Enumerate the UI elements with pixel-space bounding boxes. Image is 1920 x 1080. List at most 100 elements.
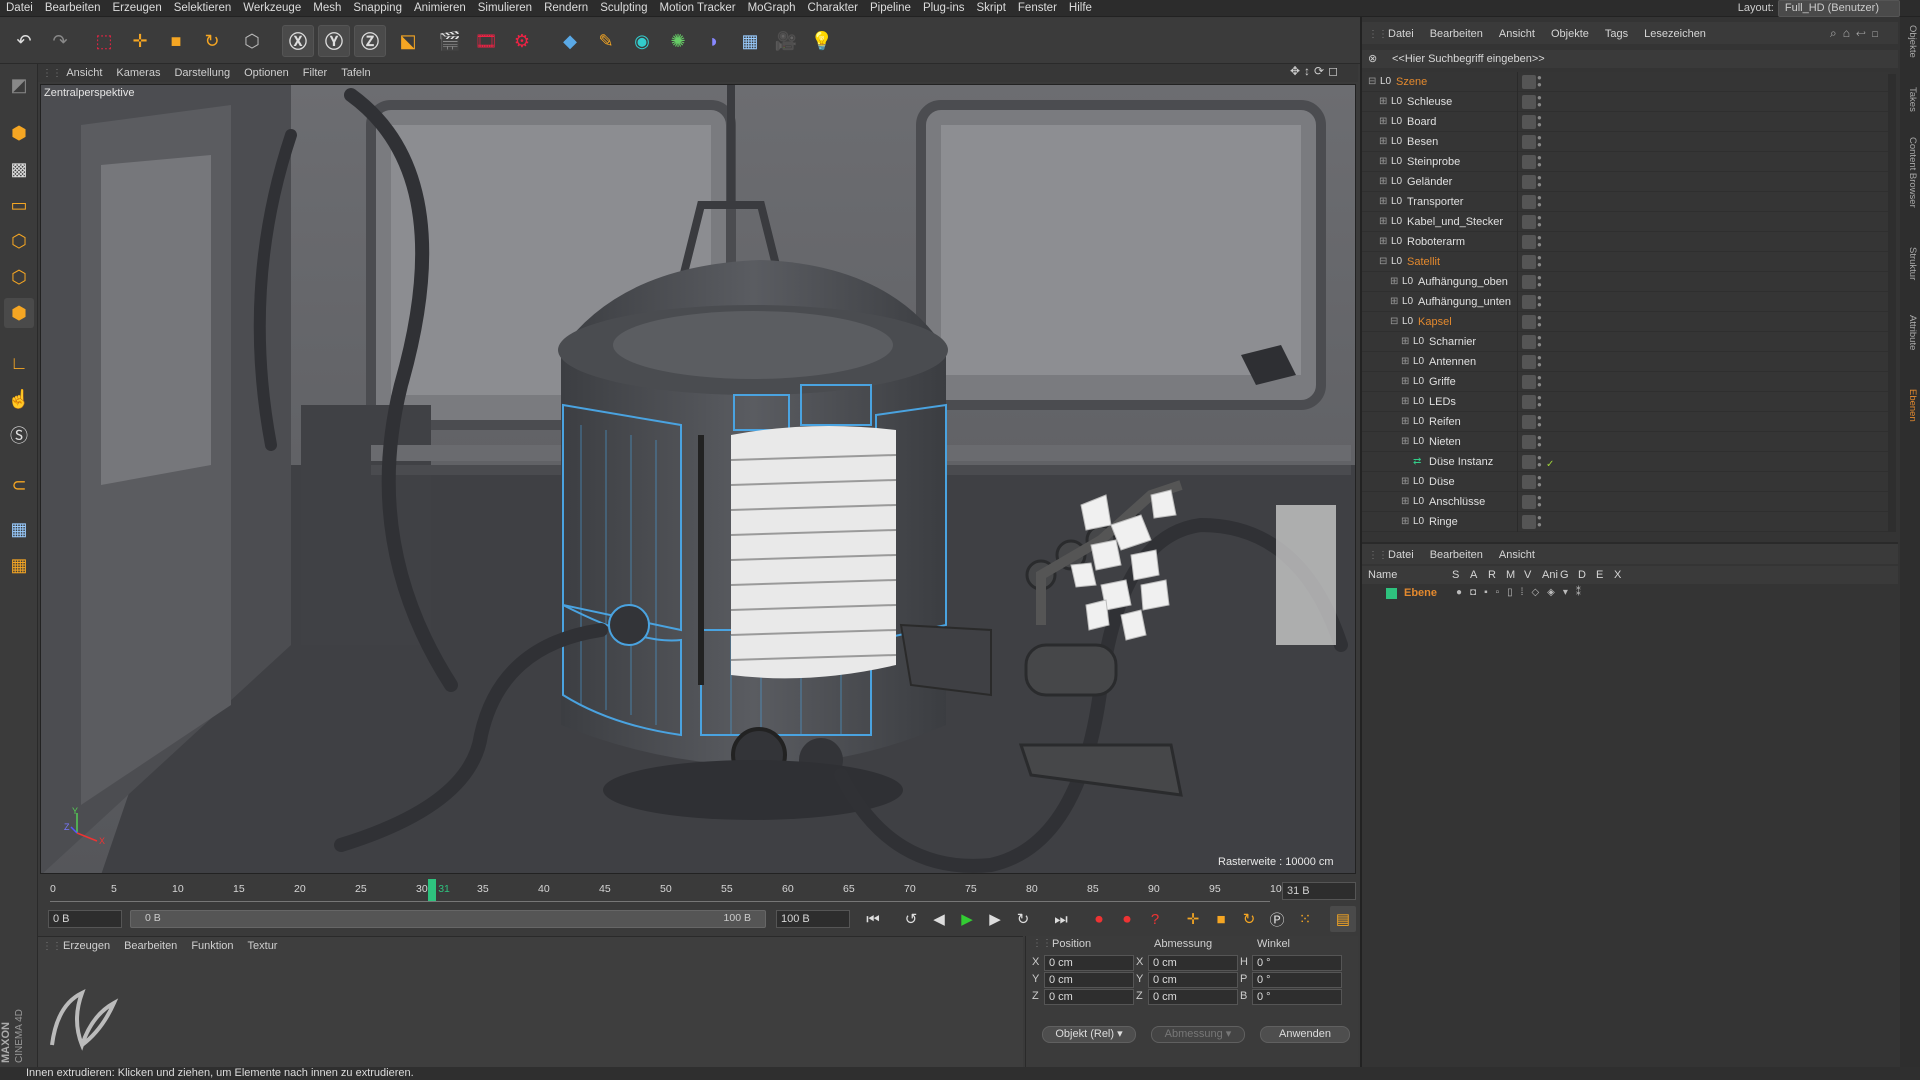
layer-menu-ansicht[interactable]: Ansicht [1491, 544, 1543, 566]
layer-visibility-icon[interactable] [1522, 235, 1536, 249]
object-row[interactable]: ⊞ L0 Geländer ● ● [1362, 172, 1890, 192]
light-icon[interactable]: 💡 [806, 25, 838, 57]
pen-spline-icon[interactable]: ✎ [590, 25, 622, 57]
undo-icon[interactable]: ↶ [8, 25, 40, 57]
visibility-dots-icon[interactable]: ● ● [1537, 194, 1542, 209]
apply-button[interactable]: Anwenden [1260, 1026, 1350, 1043]
object-row[interactable]: ⊞ L0 Aufhängung_unten ● ● [1362, 292, 1890, 312]
layer-visibility-icon[interactable] [1522, 275, 1536, 289]
key-position-icon[interactable]: ✛ [1180, 906, 1206, 932]
object-row[interactable]: ⊞ L0 Kabel_und_Stecker ● ● [1362, 212, 1890, 232]
side-tab-attribute[interactable]: Attribute [1902, 315, 1918, 350]
menu-item-charakter[interactable]: Charakter [802, 0, 865, 17]
viewport-menu-filter[interactable]: Filter [296, 64, 334, 82]
visibility-dots-icon[interactable]: ● ● [1537, 494, 1542, 509]
key-scale-icon[interactable]: ■ [1208, 906, 1234, 932]
layer-visibility-icon[interactable] [1522, 355, 1536, 369]
material-menu-textur[interactable]: Textur [241, 937, 285, 955]
menu-item-erzeugen[interactable]: Erzeugen [106, 0, 167, 17]
preview-range-slider[interactable]: 0 B 100 B [130, 910, 766, 928]
menu-item-pipeline[interactable]: Pipeline [864, 0, 917, 17]
menu-item-animieren[interactable]: Animieren [408, 0, 472, 17]
layer-visibility-icon[interactable] [1522, 75, 1536, 89]
layer-visibility-icon[interactable] [1522, 115, 1536, 129]
layer-row[interactable]: Ebene ●◘▪▫▯⁞◇◈▾⁑ [1362, 584, 1898, 602]
visibility-dots-icon[interactable]: ● ● [1537, 294, 1542, 309]
object-menu-tags[interactable]: Tags [1597, 22, 1636, 46]
size-mode-dropdown[interactable]: Abmessung ▾ [1151, 1026, 1245, 1043]
cube-primitive-icon[interactable]: ◆ [554, 25, 586, 57]
object-name[interactable]: Board [1407, 112, 1436, 132]
visibility-dots-icon[interactable]: ● ● [1537, 154, 1542, 169]
object-row[interactable]: ⇄ Düse Instanz ● ● ✓ [1362, 452, 1890, 472]
coord-pos-field-1[interactable]: 0 cm [1044, 972, 1134, 988]
layer-column-e[interactable]: E [1596, 566, 1603, 584]
object-mode-icon[interactable]: ⬡ [236, 25, 268, 57]
visibility-dots-icon[interactable]: ● ● [1537, 134, 1542, 149]
visibility-dots-icon[interactable]: ● ● [1537, 214, 1542, 229]
object-row[interactable]: ⊞ L0 Steinprobe ● ● [1362, 152, 1890, 172]
object-name[interactable]: Düse [1429, 472, 1455, 492]
end-frame-field[interactable]: 100 B [776, 910, 850, 928]
tweak-mode-icon[interactable]: ☝ [4, 384, 34, 414]
object-name[interactable]: Düse Instanz [1429, 452, 1493, 472]
coord-rot-field-1[interactable]: 0 ° [1252, 972, 1342, 988]
record-icon[interactable]: ⏺ [1086, 906, 1112, 932]
object-row[interactable]: ⊞ L0 Anschlüsse ● ● [1362, 492, 1890, 512]
object-list-scrollbar[interactable] [1888, 74, 1896, 532]
visibility-dots-icon[interactable]: ● ● [1537, 174, 1542, 189]
layer-menu-bearbeiten[interactable]: Bearbeiten [1422, 544, 1491, 566]
coord-rot-field-0[interactable]: 0 ° [1252, 955, 1342, 971]
object-row[interactable]: ⊞ L0 Griffe ● ● [1362, 372, 1890, 392]
prev-key-icon[interactable]: ↺ [898, 906, 924, 932]
current-frame-field[interactable]: 31 B [1282, 882, 1356, 900]
prev-frame-icon[interactable]: ◀ [926, 906, 952, 932]
object-name[interactable]: Aufhängung_unten [1418, 292, 1511, 312]
layer-visibility-icon[interactable] [1522, 495, 1536, 509]
menu-item-snapping[interactable]: Snapping [347, 0, 408, 17]
object-name[interactable]: Reifen [1429, 412, 1461, 432]
menu-item-mesh[interactable]: Mesh [307, 0, 347, 17]
coord-pos-field-2[interactable]: 0 cm [1044, 989, 1134, 1005]
coord-size-field-2[interactable]: 0 cm [1148, 989, 1238, 1005]
visibility-dots-icon[interactable]: ● ● [1537, 314, 1542, 329]
texture-mode-icon[interactable]: ▩ [4, 154, 34, 184]
object-row[interactable]: ⊞ L0 Besen ● ● [1362, 132, 1890, 152]
visibility-dots-icon[interactable]: ● ● [1537, 474, 1542, 489]
make-editable-icon[interactable]: ◩ [4, 70, 34, 100]
snap-icon[interactable]: Ⓢ [4, 420, 34, 450]
layer-visibility-icon[interactable] [1522, 375, 1536, 389]
coord-size-field-0[interactable]: 0 cm [1148, 955, 1238, 971]
key-parameter-icon[interactable]: Ⓟ [1264, 906, 1290, 932]
object-name[interactable]: Roboterarm [1407, 232, 1465, 252]
side-tab-ebenen[interactable]: Ebenen [1902, 389, 1918, 422]
menu-item-sculpting[interactable]: Sculpting [594, 0, 653, 17]
visibility-dots-icon[interactable]: ● ● [1537, 434, 1542, 449]
start-frame-field[interactable]: 0 B [48, 910, 122, 928]
locked-workplane-icon[interactable]: ▦ [4, 550, 34, 580]
nurbs-icon[interactable]: ◉ [626, 25, 658, 57]
layer-visibility-icon[interactable] [1522, 335, 1536, 349]
layer-visibility-icon[interactable] [1522, 395, 1536, 409]
object-row[interactable]: ⊞ L0 Antennen ● ● [1362, 352, 1890, 372]
menu-item-werkzeuge[interactable]: Werkzeuge [237, 0, 307, 17]
material-menu-funktion[interactable]: Funktion [184, 937, 240, 955]
object-name[interactable]: Nieten [1429, 432, 1461, 452]
scale-tool-icon[interactable]: ■ [160, 25, 192, 57]
viewport-menu-darstellung[interactable]: Darstellung [167, 64, 237, 82]
viewport-menu-tafeln[interactable]: Tafeln [334, 64, 377, 82]
render-settings-icon[interactable]: ⚙ [506, 25, 538, 57]
object-menu-ansicht[interactable]: Ansicht [1491, 22, 1543, 46]
object-row[interactable]: ⊞ L0 Scharnier ● ● [1362, 332, 1890, 352]
layer-visibility-icon[interactable] [1522, 515, 1536, 529]
layer-visibility-icon[interactable] [1522, 215, 1536, 229]
next-key-icon[interactable]: ↻ [1010, 906, 1036, 932]
x-axis-lock-icon[interactable]: Ⓧ [282, 25, 314, 57]
object-row[interactable]: ⊞ L0 Reifen ● ● [1362, 412, 1890, 432]
layer-visibility-icon[interactable] [1522, 315, 1536, 329]
key-pla-icon[interactable]: ⁙ [1292, 906, 1318, 932]
axis-mode-icon[interactable]: ∟ [4, 348, 34, 378]
visibility-dots-icon[interactable]: ● ● [1537, 514, 1542, 529]
object-row[interactable]: ⊞ L0 Transporter ● ● [1362, 192, 1890, 212]
visibility-dots-icon[interactable]: ● ● [1537, 74, 1542, 89]
